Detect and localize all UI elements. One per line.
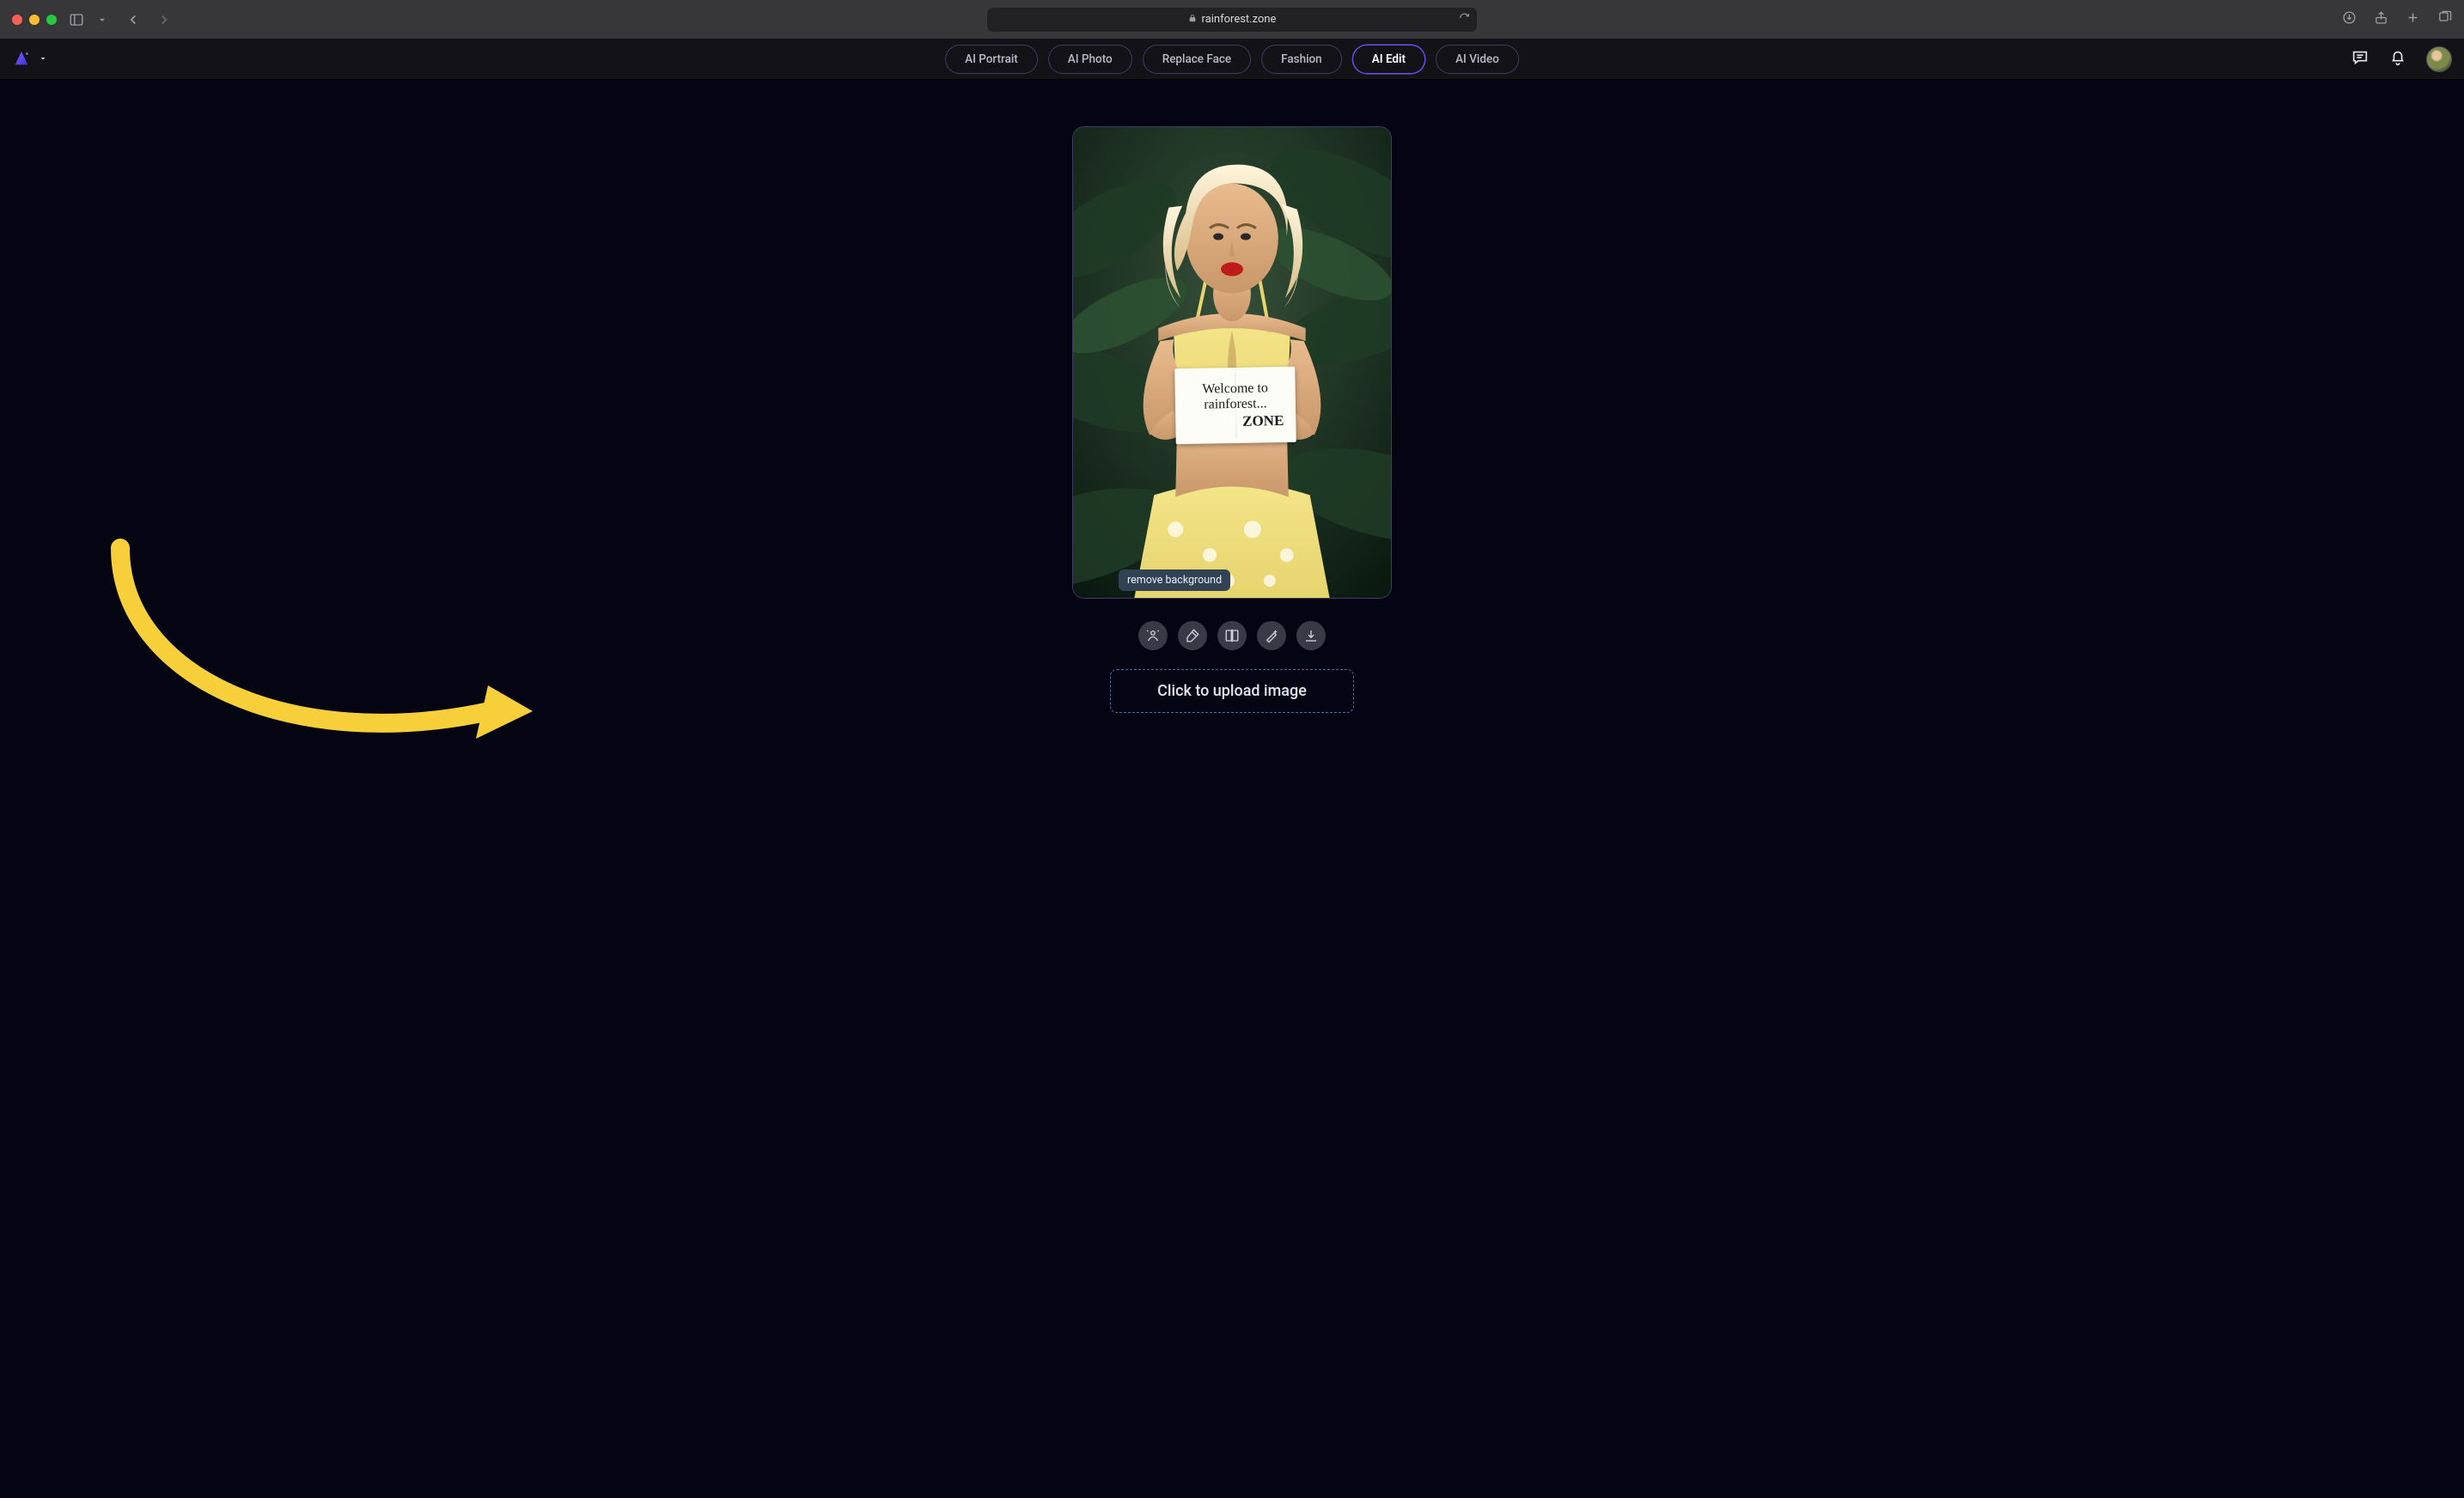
- back-button[interactable]: [124, 10, 143, 29]
- tab-group-dropdown[interactable]: [96, 10, 108, 29]
- erase-button[interactable]: [1178, 621, 1207, 650]
- compare-button[interactable]: [1217, 621, 1247, 650]
- browser-toolbar: rainforest.zone: [0, 0, 2464, 39]
- downloads-icon[interactable]: [2342, 10, 2357, 28]
- app-logo[interactable]: [12, 50, 48, 69]
- sign-line2: rainforest...: [1204, 397, 1267, 414]
- header-right: [2351, 46, 2452, 72]
- annotation-arrow: [69, 514, 550, 771]
- address-bar[interactable]: rainforest.zone: [987, 8, 1477, 32]
- tooltip-remove-background: remove background: [1119, 569, 1230, 591]
- window-minimize-button[interactable]: [29, 15, 40, 25]
- preview-scene: [1073, 127, 1391, 598]
- messages-icon[interactable]: [2351, 48, 2369, 70]
- tab-ai-photo[interactable]: AI Photo: [1048, 45, 1132, 74]
- sign-line3: ZONE: [1242, 412, 1284, 429]
- upload-dropzone[interactable]: Click to upload image: [1110, 669, 1354, 713]
- edit-tool-row: [1138, 621, 1326, 650]
- reload-button[interactable]: [1459, 12, 1470, 27]
- main-nav-tabs: AI Portrait AI Photo Replace Face Fashio…: [945, 45, 1519, 74]
- sidebar-toggle-button[interactable]: [67, 10, 86, 29]
- lock-icon: [1188, 13, 1197, 26]
- tab-ai-edit[interactable]: AI Edit: [1352, 45, 1425, 74]
- tab-overview-icon[interactable]: [2437, 10, 2452, 28]
- forward-button[interactable]: [155, 10, 174, 29]
- tab-fashion[interactable]: Fashion: [1261, 45, 1342, 74]
- window-maximize-button[interactable]: [46, 15, 57, 25]
- logo-menu-caret[interactable]: [38, 51, 48, 67]
- user-avatar[interactable]: [2426, 46, 2452, 72]
- browser-right-controls: [2342, 10, 2452, 28]
- logo-icon: [12, 50, 31, 69]
- app-header: AI Portrait AI Photo Replace Face Fashio…: [0, 39, 2464, 80]
- main-canvas: remove background Welcome to rainforest.…: [0, 80, 2464, 1498]
- window-close-button[interactable]: [12, 15, 22, 25]
- magic-enhance-button[interactable]: [1257, 621, 1286, 650]
- sign-line1: Welcome to: [1202, 381, 1268, 398]
- notifications-icon[interactable]: [2388, 48, 2407, 70]
- window-controls: [12, 15, 57, 25]
- sign-paper: Welcome to rainforest... ZONE: [1174, 367, 1296, 444]
- preview-image[interactable]: remove background: [1072, 126, 1392, 599]
- nav-history-buttons: [124, 10, 174, 29]
- tab-ai-portrait[interactable]: AI Portrait: [945, 45, 1038, 74]
- new-tab-icon[interactable]: [2406, 10, 2420, 28]
- remove-background-button[interactable]: [1138, 621, 1168, 650]
- tab-ai-video[interactable]: AI Video: [1436, 45, 1519, 74]
- download-button[interactable]: [1296, 621, 1326, 650]
- url-host: rainforest.zone: [1202, 13, 1277, 26]
- tab-replace-face[interactable]: Replace Face: [1143, 45, 1251, 74]
- share-icon[interactable]: [2374, 10, 2388, 28]
